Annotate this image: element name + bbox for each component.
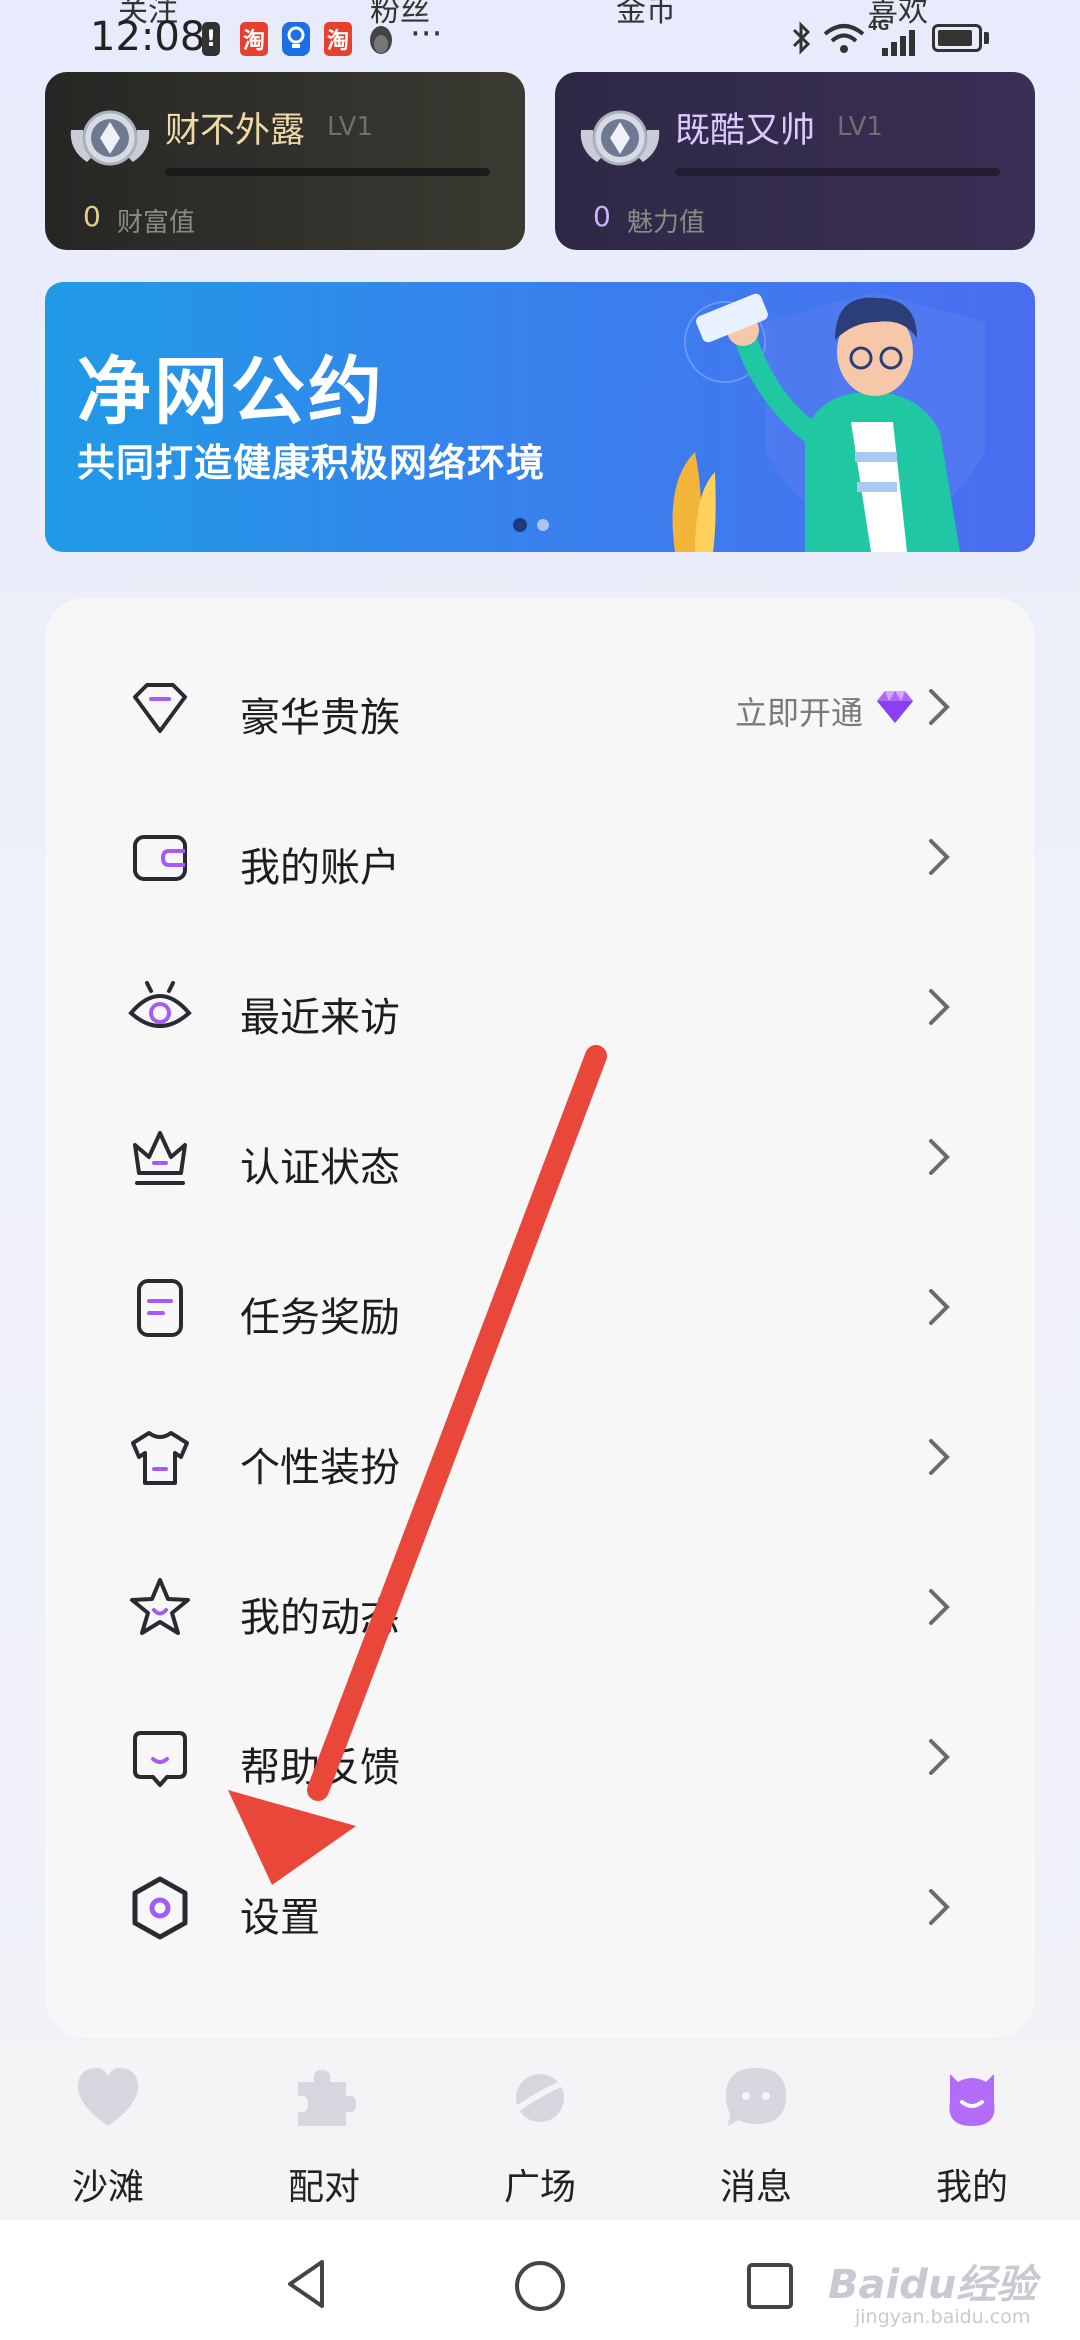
pagination-dot: [537, 519, 549, 531]
taobao-icon: 淘: [324, 22, 352, 56]
signal-icon: [882, 30, 915, 56]
menu-item-moments[interactable]: 我的动态: [45, 1533, 1035, 1683]
wallet-icon: [133, 835, 187, 881]
charm-progress-bar: [675, 168, 1000, 176]
tab-label: 消息: [719, 2167, 792, 2208]
tab-messages[interactable]: 消息: [648, 2040, 864, 2220]
tab-plaza[interactable]: 广场: [432, 2040, 648, 2220]
crown-icon: [133, 1131, 187, 1185]
wealth-level-card[interactable]: 财不外露 LV1 0 财富值: [45, 72, 525, 250]
tab-label: 配对: [287, 2167, 360, 2208]
watermark-brand: Baidu经验: [828, 2262, 1037, 2308]
more-notifications: ···: [410, 14, 443, 54]
menu-item-label: 认证状态: [240, 1145, 400, 1191]
home-nav-button[interactable]: [512, 2258, 568, 2314]
menu-item-tasks[interactable]: 任务奖励: [45, 1233, 1035, 1383]
chevron-right-icon: [929, 689, 950, 725]
settings-hexagon-icon: [132, 1876, 188, 1940]
chevron-right-icon: [929, 1289, 950, 1325]
taobao-icon: 淘: [240, 22, 268, 56]
gem-icon: [877, 691, 913, 723]
banner-title: 净网公约: [77, 349, 385, 435]
menu-item-dressup[interactable]: 个性装扮: [45, 1383, 1035, 1533]
menu-item-label: 豪华贵族: [240, 695, 400, 741]
tshirt-icon: [131, 1431, 189, 1485]
diamond-outline-icon: [133, 683, 187, 733]
battery-alert-icon: !: [202, 22, 220, 56]
wealth-nickname: 财不外露: [165, 111, 306, 151]
charm-unit: 魅力值: [627, 208, 706, 238]
chevron-right-icon: [929, 1589, 950, 1625]
wealth-value: 0: [83, 200, 101, 233]
recents-nav-button[interactable]: [744, 2260, 796, 2312]
planet-icon: [508, 2074, 572, 2122]
battery-tip: [984, 32, 989, 44]
puzzle-icon: [298, 2070, 356, 2126]
banner-subtitle: 共同打造健康积极网络环境: [77, 441, 546, 485]
tab-label: 我的: [935, 2167, 1008, 2208]
menu-item-label: 任务奖励: [240, 1295, 400, 1341]
menu-item-label: 我的动态: [240, 1595, 400, 1641]
menu-item-label: 设置: [240, 1895, 320, 1941]
settings-menu: 豪华贵族 立即开通 我的账户 最近来访 认证状态 任务奖励 个性装扮 我的动态 …: [45, 598, 1035, 2038]
status-bar: 12:08 ! 淘 淘 ··· 4G: [0, 0, 1080, 70]
bulb-icon: [282, 22, 310, 56]
tab-label: 沙滩: [71, 2167, 144, 2208]
charm-nickname: 既酷又帅: [675, 111, 816, 151]
profile-icon: [949, 2074, 995, 2126]
chevron-right-icon: [929, 1139, 950, 1175]
feedback-icon: [133, 1731, 187, 1787]
banner-illustration: [672, 292, 985, 552]
menu-item-label: 我的账户: [240, 845, 400, 891]
menu-item-label: 帮助反馈: [240, 1745, 400, 1791]
chevron-right-icon: [929, 1439, 950, 1475]
menu-item-label: 个性装扮: [240, 1445, 400, 1491]
charm-level: LV1: [837, 112, 883, 142]
charm-value: 0: [593, 200, 611, 233]
tab-beach[interactable]: 沙滩: [0, 2040, 216, 2220]
menu-item-settings[interactable]: 设置: [45, 1833, 1035, 1983]
tab-label: 广场: [503, 2167, 576, 2208]
vip-open-now: 立即开通: [735, 694, 864, 732]
pagination-dot-active: [513, 518, 527, 532]
chevron-right-icon: [929, 1889, 950, 1925]
silver-badge-icon: [580, 110, 660, 166]
heart-icon: [77, 2068, 139, 2126]
menu-item-visitors[interactable]: 最近来访: [45, 933, 1035, 1083]
back-nav-button[interactable]: [282, 2256, 332, 2312]
tab-mine[interactable]: 我的: [864, 2040, 1080, 2220]
bottom-tab-bar: 沙滩 配对 广场 消息 我的: [0, 2040, 1080, 2220]
battery-icon: [932, 24, 982, 52]
task-list-icon: [137, 1279, 183, 1337]
penguin-icon: [370, 26, 392, 54]
wealth-unit: 财富值: [117, 208, 196, 238]
menu-item-feedback[interactable]: 帮助反馈: [45, 1683, 1035, 1833]
star-icon: [130, 1578, 190, 1635]
status-time: 12:08: [90, 14, 206, 60]
wifi-icon: [823, 24, 865, 53]
tab-match[interactable]: 配对: [216, 2040, 432, 2220]
chat-bubble-icon: [726, 2068, 786, 2126]
menu-item-account[interactable]: 我的账户: [45, 783, 1035, 933]
chevron-right-icon: [929, 989, 950, 1025]
menu-item-vip[interactable]: 豪华贵族 立即开通: [45, 633, 1035, 783]
bluetooth-icon: [792, 21, 811, 55]
watermark-site: jingyan.baidu.com: [855, 2306, 1031, 2328]
menu-item-label: 最近来访: [240, 995, 400, 1041]
chevron-right-icon: [929, 839, 950, 875]
eye-icon: [128, 981, 192, 1028]
charm-level-card[interactable]: 既酷又帅 LV1 0 魅力值: [555, 72, 1035, 250]
silver-badge-icon: [70, 110, 150, 166]
menu-item-verification[interactable]: 认证状态: [45, 1083, 1035, 1233]
promo-banner[interactable]: 净网公约 共同打造健康积极网络环境: [45, 282, 1035, 552]
chevron-right-icon: [929, 1739, 950, 1775]
wealth-progress-bar: [165, 168, 490, 176]
wealth-level: LV1: [327, 112, 373, 142]
